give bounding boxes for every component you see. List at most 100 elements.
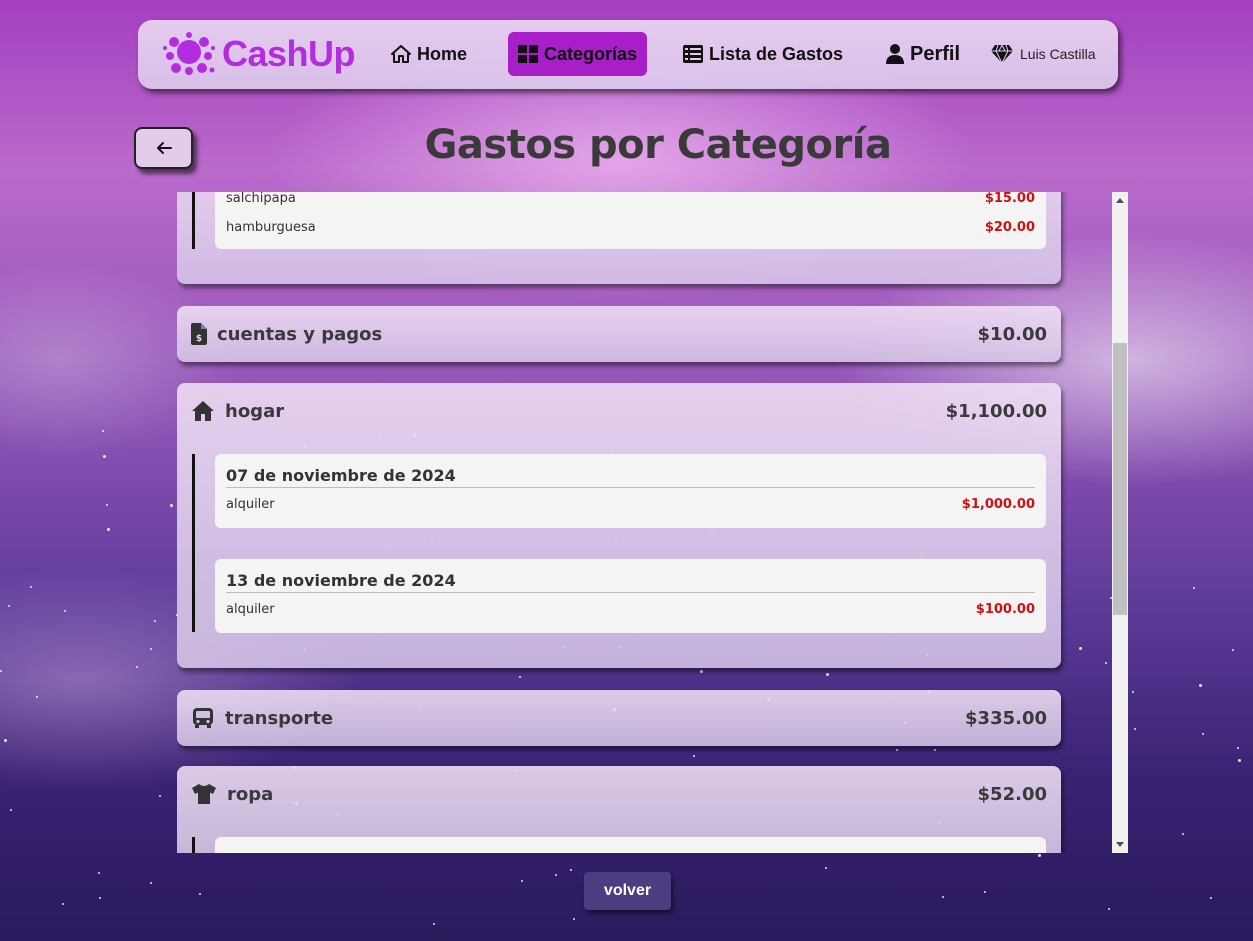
category-name: hogar [225,400,285,422]
day-box [215,837,1046,853]
star-decoration [1237,747,1239,749]
star-decoration [170,504,173,507]
star-decoration [942,896,944,898]
star-decoration [102,430,104,432]
category-card-hogar[interactable]: hogar $1,100.00 07 de noviembre de 2024 … [177,383,1061,668]
star-decoration [8,605,10,607]
category-body [192,454,195,632]
star-decoration [154,620,156,622]
file-invoice-dollar-icon: $ [191,322,207,346]
user-icon [886,44,904,64]
scrollbar-thumb[interactable] [1113,343,1127,615]
expense-row: alquiler $1,000.00 [226,497,1035,512]
nav-expense-list-link[interactable]: Lista de Gastos [683,32,843,76]
user-name: Luis Castilla [1020,46,1096,62]
category-body [192,837,195,853]
grid-icon [518,45,538,63]
volver-button[interactable]: volver [584,872,671,910]
page-title: Gastos por Categoría [424,122,892,168]
star-decoration [150,648,152,650]
arrow-left-icon [156,142,172,154]
back-arrow-button[interactable] [134,127,193,169]
categories-scroll-area[interactable]: salchipapa $15.00 hamburguesa $20.00 $ c… [177,192,1113,853]
category-total: $335.00 [965,707,1047,729]
star-decoration [521,880,523,882]
expense-amount: $1,000.00 [961,497,1035,512]
star-decoration [103,455,106,458]
star-decoration [1199,684,1202,687]
category-name: ropa [227,783,274,805]
star-decoration [1108,908,1110,910]
category-total: $52.00 [977,783,1047,805]
star-decoration [98,872,100,874]
star-decoration [30,586,32,588]
star-decoration [36,696,38,698]
category-card-ropa[interactable]: ropa $52.00 [177,766,1061,853]
category-card: salchipapa $15.00 hamburguesa $20.00 [177,192,1061,284]
category-header[interactable]: $ cuentas y pagos $10.00 [191,306,1047,362]
star-decoration [99,897,101,899]
star-decoration [1210,897,1212,899]
category-header[interactable]: hogar $1,100.00 [191,383,1047,439]
category-card-transporte[interactable]: transporte $335.00 [177,690,1061,746]
star-decoration [1132,691,1134,693]
category-header[interactable]: transporte $335.00 [191,690,1047,746]
expense-name: alquiler [226,497,275,512]
nav-categories-link[interactable]: Categorías [508,32,648,76]
gem-icon [991,44,1013,64]
expense-row: hamburguesa $20.00 [226,220,1035,235]
star-decoration [573,918,575,920]
day-box: 13 de noviembre de 2024 alquiler $100.00 [215,559,1046,633]
expense-name: hamburguesa [226,220,316,235]
expense-amount: $20.00 [984,220,1035,235]
nav-home-label: Home [417,43,468,64]
expense-name: salchipapa [226,192,296,206]
nav-profile-link[interactable]: Perfil [886,32,960,76]
category-card-cuentas-y-pagos[interactable]: $ cuentas y pagos $10.00 [177,306,1061,362]
category-header[interactable]: ropa $52.00 [191,766,1047,822]
star-decoration [1232,649,1234,651]
star-decoration [64,610,66,612]
category-name: transporte [225,707,334,729]
nav-profile-label: Perfil [910,42,961,65]
star-decoration [62,903,64,905]
vertical-scrollbar[interactable] [1112,192,1128,853]
star-decoration [1238,759,1241,762]
star-decoration [570,869,572,871]
svg-text:$: $ [196,334,202,344]
star-decoration [107,528,110,531]
brand-logo[interactable]: CashUp [162,30,362,78]
expense-amount: $100.00 [975,602,1035,617]
house-icon [191,399,215,423]
expense-name: alquiler [226,602,275,617]
star-decoration [1202,733,1204,735]
star-decoration [159,795,161,797]
nav-expense-list-label: Lista de Gastos [709,43,844,64]
cashup-logo-icon [163,32,215,75]
day-date: 13 de noviembre de 2024 [226,571,1035,593]
nav-categories-label: Categorías [544,43,638,64]
shirt-icon [191,782,217,806]
scroll-up-arrow-icon[interactable] [1116,198,1124,203]
nav-home-link[interactable]: Home [391,32,467,76]
star-decoration [555,874,557,876]
bus-icon [191,706,215,730]
star-decoration [199,893,201,895]
category-body [192,192,195,249]
star-decoration [1038,854,1041,857]
star-decoration [136,666,138,668]
category-total: $10.00 [977,323,1047,345]
home-icon [391,45,411,63]
star-decoration [1193,587,1195,589]
scroll-down-arrow-icon[interactable] [1116,842,1124,847]
day-box: 07 de noviembre de 2024 alquiler $1,000.… [215,454,1046,528]
brand-name: CashUp [222,33,356,74]
day-date: 07 de noviembre de 2024 [226,466,1035,488]
nav-user-account[interactable]: Luis Castilla [990,32,1095,76]
star-decoration [984,891,986,893]
star-decoration [10,809,12,811]
star-decoration [150,882,152,884]
star-decoration [825,867,827,869]
day-box: salchipapa $15.00 hamburguesa $20.00 [215,192,1046,249]
expense-amount: $15.00 [984,192,1035,206]
